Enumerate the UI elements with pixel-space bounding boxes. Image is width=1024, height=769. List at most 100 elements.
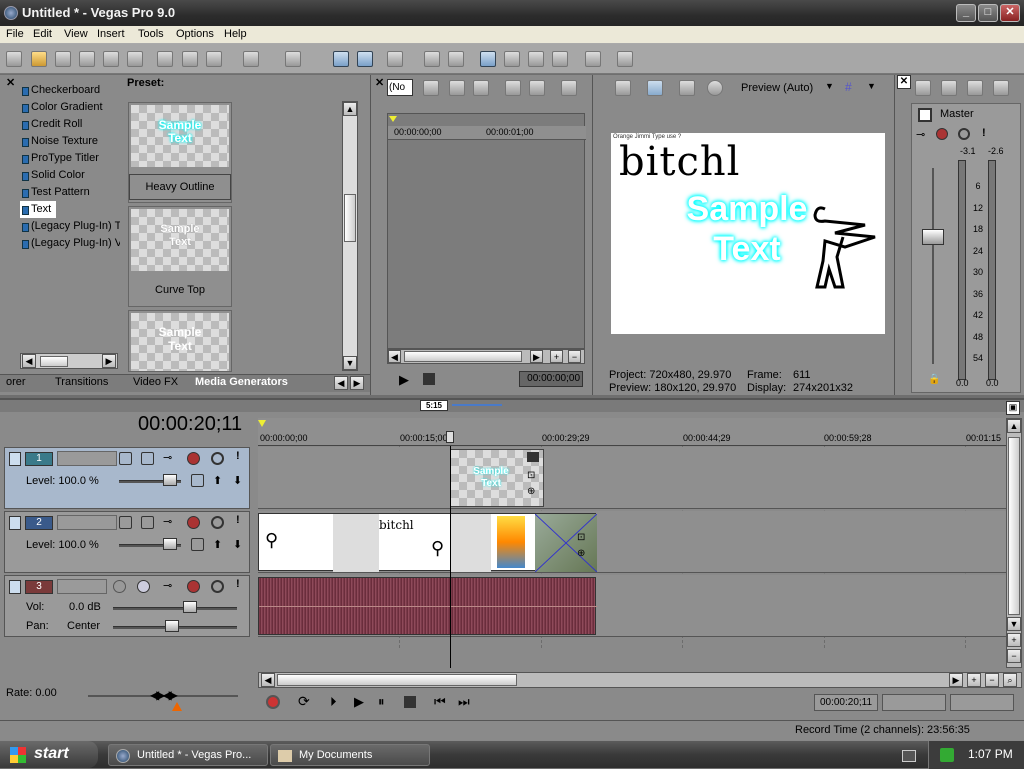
pan-slider-knob[interactable] xyxy=(165,620,179,632)
track-fx-icon[interactable] xyxy=(187,580,200,593)
master-mute-icon[interactable] xyxy=(958,128,970,140)
master-fx-icon[interactable] xyxy=(936,128,948,140)
master-solo-icon[interactable]: ! xyxy=(982,127,986,139)
track-minimize-icon[interactable] xyxy=(9,580,21,594)
snapping-icon[interactable] xyxy=(333,51,349,67)
track-header-3[interactable]: 3 ⊸ ! Vol: 0.0 dB Pan: Center xyxy=(4,575,250,637)
close-button[interactable]: ✕ xyxy=(1000,4,1020,22)
make-compositing-child-icon[interactable]: ⬇ xyxy=(233,474,242,487)
marker-icon[interactable]: ▣ xyxy=(1006,401,1020,415)
copy-icon[interactable] xyxy=(182,51,198,67)
clip-sample-text[interactable]: Sample Text ⊡ ⊕ xyxy=(450,449,544,507)
ignore-grouping-icon[interactable] xyxy=(448,51,464,67)
track-name-field[interactable] xyxy=(57,579,107,594)
track-header-1[interactable]: 1 ⊸ ! Level: 100.0 % ⬆ ⬇ xyxy=(4,447,250,509)
whats-this-icon[interactable] xyxy=(617,51,633,67)
zoom-tool-icon[interactable]: ⌕ xyxy=(1003,673,1017,687)
event-pan-crop-icon[interactable]: ⊡ xyxy=(577,532,585,543)
zoom-in-icon[interactable]: + xyxy=(550,350,563,363)
downmix-icon[interactable] xyxy=(941,80,957,96)
properties-icon[interactable] xyxy=(127,51,143,67)
envelope-tool-icon[interactable] xyxy=(504,51,520,67)
tab-explorer[interactable]: orer xyxy=(6,376,26,388)
menu-tools[interactable]: Tools xyxy=(138,28,164,40)
composite-parent-icon[interactable] xyxy=(141,516,154,529)
list-item[interactable]: Checkerboard xyxy=(20,82,120,99)
scroll-left-icon[interactable]: ◀ xyxy=(261,673,275,687)
chevron-down-icon[interactable]: ▼ xyxy=(867,81,876,91)
mute-icon[interactable] xyxy=(211,452,224,465)
play-icon[interactable]: ▶ xyxy=(354,694,364,710)
track-insert-fx-icon[interactable]: ⊸ xyxy=(163,579,172,592)
menu-insert[interactable]: Insert xyxy=(97,28,125,40)
level-slider-knob[interactable] xyxy=(163,538,177,550)
preset-third[interactable]: Sample Text xyxy=(128,310,232,372)
loop-playback-icon[interactable]: ⟳ xyxy=(298,693,310,710)
scroll-left-icon[interactable]: ◀ xyxy=(388,350,401,363)
maximize-button[interactable]: □ xyxy=(978,4,998,22)
tab-transitions[interactable]: Transitions xyxy=(55,376,108,388)
preset-curve-top[interactable]: Sample Text Curve Top xyxy=(128,206,232,307)
go-to-end-icon[interactable]: ⏭ xyxy=(458,694,470,710)
zoom-in-icon[interactable]: + xyxy=(1007,633,1021,647)
solo-icon[interactable]: ! xyxy=(236,514,240,526)
loop-region-bar[interactable] xyxy=(452,404,502,406)
go-to-start-icon[interactable]: ⏮ xyxy=(434,694,446,710)
rate-slider-knob[interactable]: ◀▶◀▶ xyxy=(150,688,178,702)
track-name-field[interactable] xyxy=(57,451,117,466)
undo-icon[interactable] xyxy=(243,51,259,67)
trimmer-media-dropdown[interactable]: (No xyxy=(387,79,413,96)
timeline-horizontal-scrollbar[interactable]: ◀ ▶ + − ⌕ xyxy=(258,672,1022,688)
clip-video-drawing[interactable]: bitchl ⚲ ⚲ ⊡ ⊕ xyxy=(258,513,597,572)
track-lane-1[interactable] xyxy=(258,447,1006,509)
taskbar-item-vegas[interactable]: Untitled * - Vegas Pro... xyxy=(108,744,268,766)
render-icon[interactable] xyxy=(103,51,119,67)
scroll-left-icon[interactable]: ◀ xyxy=(22,354,36,368)
list-item[interactable]: Color Gradient xyxy=(20,99,120,116)
mute-icon[interactable] xyxy=(211,580,224,593)
master-insert-fx-icon[interactable]: ⊸ xyxy=(916,128,925,141)
menu-help[interactable]: Help xyxy=(224,28,247,40)
scroll-right-icon[interactable]: ▶ xyxy=(102,354,116,368)
redo-icon[interactable] xyxy=(285,51,301,67)
list-item[interactable]: (Legacy Plug-In) V xyxy=(20,235,120,252)
list-item[interactable]: Test Pattern xyxy=(20,184,120,201)
minimize-button[interactable]: _ xyxy=(956,4,976,22)
trimmer-options-icon[interactable] xyxy=(561,80,577,96)
external-monitor-icon[interactable] xyxy=(647,80,663,96)
play-from-start-icon[interactable]: ⏵ xyxy=(330,694,337,710)
list-item-selected[interactable]: Text xyxy=(20,201,56,218)
zoom-out-icon[interactable]: − xyxy=(1007,649,1021,663)
dim-output-icon[interactable] xyxy=(967,80,983,96)
close-panel-icon[interactable]: ✕ xyxy=(6,76,15,89)
preview-quality-icon[interactable] xyxy=(707,80,723,96)
close-panel-icon[interactable]: ✕ xyxy=(897,75,911,89)
split-screen-icon[interactable] xyxy=(679,80,695,96)
track-minimize-icon[interactable] xyxy=(9,452,21,466)
add-to-timeline-icon[interactable] xyxy=(449,80,465,96)
invert-phase-icon[interactable] xyxy=(137,580,150,593)
solo-icon[interactable]: ! xyxy=(236,450,240,462)
master-fader-knob[interactable] xyxy=(922,229,944,245)
scroll-right-icon[interactable]: ▶ xyxy=(530,350,543,363)
zoom-out-icon[interactable]: − xyxy=(568,350,581,363)
generated-media-icon[interactable] xyxy=(527,452,539,462)
zoom-tool-icon[interactable] xyxy=(552,51,568,67)
timeline-ruler[interactable]: 00:00:00;00 00:00:15;00 00:00:29;29 00:0… xyxy=(258,418,1006,446)
record-icon[interactable] xyxy=(266,695,280,709)
trimmer-scrollbar[interactable]: ◀ ▶ + − xyxy=(387,349,585,364)
delete-icon[interactable] xyxy=(473,80,489,96)
ripple-edit-icon[interactable] xyxy=(387,51,403,67)
normal-edit-tool-icon[interactable] xyxy=(480,51,496,67)
level-slider-knob[interactable] xyxy=(163,474,177,486)
lock-icon[interactable]: 🔒 xyxy=(928,374,940,385)
event-fx-icon[interactable]: ⊕ xyxy=(577,548,585,559)
lock-envelopes-icon[interactable] xyxy=(424,51,440,67)
track-fx-icon[interactable] xyxy=(187,452,200,465)
chevron-down-icon[interactable]: ▼ xyxy=(825,81,834,91)
pause-icon[interactable]: ⏸ xyxy=(378,694,385,710)
volume-slider-knob[interactable] xyxy=(183,601,197,613)
composite-mode-icon[interactable] xyxy=(119,516,132,529)
list-item[interactable]: Noise Texture xyxy=(20,133,120,150)
save-region-icon[interactable] xyxy=(505,80,521,96)
